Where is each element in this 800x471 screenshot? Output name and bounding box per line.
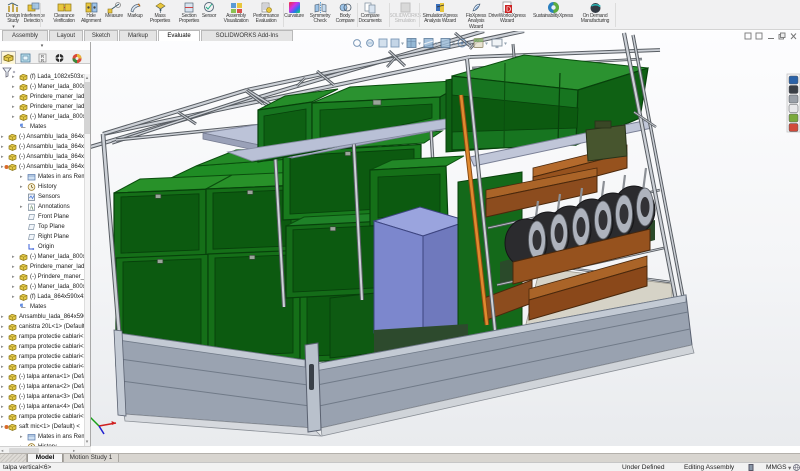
svg-text:A: A — [29, 205, 34, 211]
svg-text:D: D — [506, 7, 511, 14]
